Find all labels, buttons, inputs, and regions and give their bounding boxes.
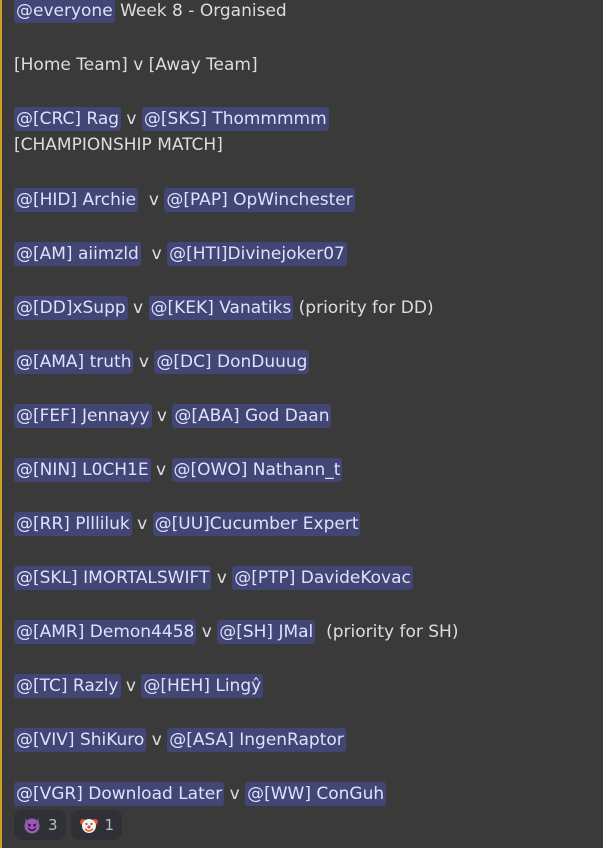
priority-note: (priority for DD): [293, 298, 434, 318]
match-row: @[VGR] Download Later v @[WW] ConGuh: [14, 781, 387, 807]
match-row: @[SKL] IMORTALSWIFT v @[PTP] DavideKovac: [14, 565, 413, 591]
away-team-mention[interactable]: @[PAP] OpWinchester: [164, 188, 355, 212]
home-team-mention[interactable]: @[VGR] Download Later: [14, 782, 225, 806]
match-row: @[AMR] Demon4458 v @[SH] JMal (priority …: [14, 619, 458, 645]
versus-separator: v: [224, 784, 246, 804]
match-row: @[DD]xSupp v @[KEK] Vanatiks (priority f…: [14, 295, 434, 321]
reaction-count: 1: [104, 816, 115, 834]
reaction-count: 3: [48, 816, 58, 834]
chat-message: @everyone Week 8 - Organised [Home Team]…: [0, 0, 603, 848]
match-row: @[CRC] Rag v @[SKS] Thommmmm: [14, 106, 329, 132]
header-text: Week 8 - Organised: [114, 1, 287, 21]
home-team-mention[interactable]: @[RR] Pllliluk: [14, 512, 132, 536]
away-team-mention[interactable]: @[WW] ConGuh: [245, 782, 387, 806]
home-team-mention[interactable]: @[CRC] Rag: [14, 107, 122, 131]
home-team-mention[interactable]: @[AMR] Demon4458: [14, 620, 197, 644]
message-header: @everyone Week 8 - Organised: [14, 0, 287, 24]
home-team-mention[interactable]: @[AM] aiimzld: [14, 242, 141, 266]
versus-separator: v: [133, 352, 155, 372]
match-row: @[FEF] Jennayy v @[ABA] God Daan: [14, 403, 332, 429]
match-row: @[NIN] L0CH1E v @[OWO] Nathann_t: [14, 457, 343, 483]
home-team-mention[interactable]: @[NIN] L0CH1E: [14, 458, 151, 482]
away-team-mention[interactable]: @[SKS] Thommmmm: [141, 107, 329, 131]
away-team-mention[interactable]: @[PTP] DavideKovac: [232, 566, 413, 590]
versus-separator: v: [127, 298, 149, 318]
everyone-mention[interactable]: @everyone: [14, 0, 115, 23]
smiling-imp-icon: [24, 818, 40, 834]
away-team-mention[interactable]: @[UU]Cucumber Expert: [152, 512, 361, 536]
versus-separator: v: [150, 460, 172, 480]
away-team-mention[interactable]: @[ASA] IngenRaptor: [167, 728, 346, 752]
versus-separator: v: [120, 676, 142, 696]
away-team-mention[interactable]: @[DC] DonDuuug: [154, 350, 310, 374]
priority-note: (priority for SH): [315, 622, 459, 642]
home-team-mention[interactable]: @[TC] Razly: [14, 674, 121, 698]
away-team-mention[interactable]: @[ABA] God Daan: [172, 404, 332, 428]
clown-face-icon: [79, 819, 98, 833]
versus-separator: v: [140, 244, 168, 264]
reaction-clown[interactable]: 1: [70, 810, 123, 840]
home-team-mention[interactable]: @[SKL] IMORTALSWIFT: [14, 566, 212, 590]
away-team-mention[interactable]: @[HEH] Lingŷ: [141, 674, 264, 698]
home-team-mention[interactable]: @[FEF] Jennayy: [14, 404, 152, 428]
reaction-bar: 3 1: [14, 810, 123, 840]
versus-separator: v: [138, 190, 165, 210]
match-row: @[RR] Pllliluk v @[UU]Cucumber Expert: [14, 511, 361, 537]
away-team-mention[interactable]: @[OWO] Nathann_t: [171, 458, 343, 482]
versus-separator: v: [131, 514, 153, 534]
match-row: @[AM] aiimzld v @[HTI]Divinejoker07: [14, 241, 347, 267]
match-row: @[TC] Razly v @[HEH] Lingŷ: [14, 673, 264, 699]
match-row: @[AMA] truth v @[DC] DonDuuug: [14, 349, 310, 375]
versus-separator: v: [151, 406, 173, 426]
format-line: [Home Team] v [Away Team]: [14, 55, 258, 75]
match-row: @[VIV] ShiKuro v @[ASA] IngenRaptor: [14, 727, 346, 753]
away-team-mention[interactable]: @[HTI]Divinejoker07: [167, 242, 347, 266]
versus-separator: v: [146, 730, 168, 750]
home-team-mention[interactable]: @[HID] Archie: [14, 188, 139, 212]
home-team-mention[interactable]: @[DD]xSupp: [14, 296, 128, 320]
reaction-smiling-imp[interactable]: 3: [14, 810, 66, 840]
versus-separator: v: [211, 568, 233, 588]
match-row: @[HID] Archie v @[PAP] OpWinchester: [14, 187, 355, 213]
versus-separator: v: [196, 622, 218, 642]
home-team-mention[interactable]: @[AMA] truth: [14, 350, 134, 374]
away-team-mention[interactable]: @[KEK] Vanatiks: [148, 296, 294, 320]
away-team-mention[interactable]: @[SH] JMal: [217, 620, 316, 644]
home-team-mention[interactable]: @[VIV] ShiKuro: [14, 728, 147, 752]
versus-separator: v: [121, 109, 142, 129]
championship-label: [CHAMPIONSHIP MATCH]: [14, 135, 223, 155]
